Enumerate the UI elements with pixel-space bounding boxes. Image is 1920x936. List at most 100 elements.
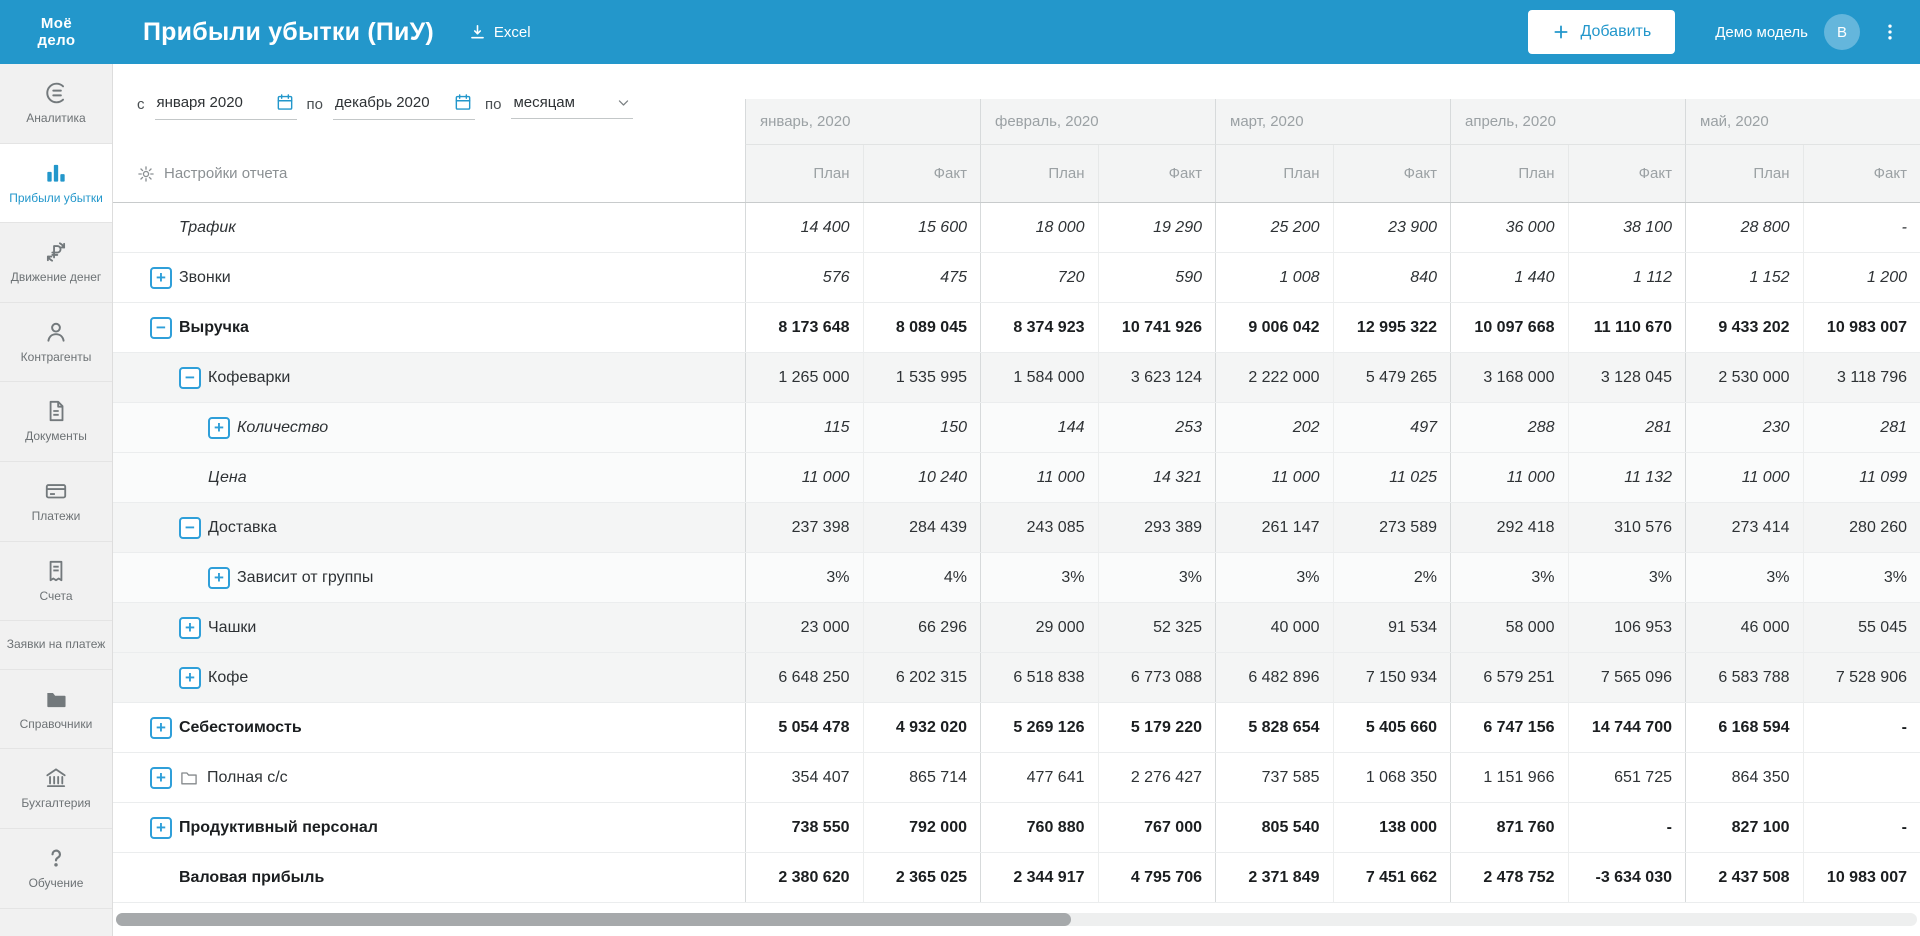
sidebar-item-profit-loss[interactable]: Прибыли убытки [0,143,112,224]
report-settings-button[interactable]: Настройки отчета [113,145,745,202]
date-from-value: января 2020 [156,93,243,111]
value-cell: 840 [1332,253,1451,302]
value-cell: 3% [745,553,863,602]
period-select-value: месяцам [513,93,575,111]
expand-toggle-icon[interactable]: + [208,566,230,589]
table-row-cups: + Чашки 23 000 66 296 29 000 52 325 40 000 91 5… [113,603,1920,653]
row-label-cell: − Доставка [113,503,745,552]
sidebar-item-contractors[interactable]: Контрагенты [0,303,112,383]
avatar[interactable]: В [1824,14,1860,50]
table-row-delivery: − Доставка 237 398 284 439 243 085 293 389 261… [113,503,1920,553]
sidebar-item-label: Документы [25,429,87,444]
value-cell: 1 440 [1450,253,1568,302]
report-table-body: Трафик 14 400 15 600 18 000 19 290 25 200 23 9… [113,203,1920,903]
value-cell: 273 589 [1332,503,1451,552]
value-cell: 354 407 [745,753,863,802]
value-cell: 230 [1685,403,1803,452]
value-cell: 2 276 427 [1097,753,1216,802]
table-row-calls: + Звонки 576 475 720 590 1 008 840 1 440 1 112 1 1… [113,253,1920,303]
app-logo[interactable]: Моё дело [0,15,113,50]
expand-toggle-icon[interactable]: + [208,416,230,439]
report-settings-label: Настройки отчета [164,165,288,182]
value-cell: 5 054 478 [745,703,863,752]
calendar-icon [453,92,473,112]
kebab-menu-icon[interactable] [1874,17,1906,47]
value-cell: 760 880 [980,803,1098,852]
value-cell: 12 995 322 [1332,303,1451,352]
expand-toggle-icon[interactable]: + [179,666,201,689]
value-cell: 4 795 706 [1097,853,1216,902]
analytics-gauge-icon [4,80,108,108]
row-label-cell: + Чашки [113,603,745,652]
date-to-input[interactable]: декабрь 2020 [332,89,475,120]
filters: с января 2020 по декабрь 2020 по месяцам [113,64,745,145]
sidebar-item-accounting[interactable]: Бухгалтерия [0,749,112,829]
month-header-cell: февраль, 2020 [980,99,1215,145]
value-cell: 9 006 042 [1215,303,1333,352]
main-content: с января 2020 по декабрь 2020 по месяцам… [113,64,1920,936]
table-row-gross-profit: Валовая прибыль 2 380 620 2 365 025 2 344 9… [113,853,1920,903]
table-row-group-dependent: + Зависит от группы 3% 4% 3% 3% 3% 2% 3% 3% 3% 3% [113,553,1920,603]
sidebar-item-training[interactable]: Обучение [0,829,112,909]
value-cell: 14 321 [1097,453,1216,502]
excel-export-button[interactable]: Excel [468,23,531,42]
value-cell: 243 085 [980,503,1098,552]
period-select[interactable]: месяцам [511,91,634,119]
value-cell: 273 414 [1685,503,1803,552]
row-label: Кофеварки [208,368,291,386]
value-cell: 9 433 202 [1685,303,1803,352]
add-button[interactable]: Добавить [1528,10,1676,54]
sidebar-item-invoices[interactable]: Счета [0,542,112,622]
sidebar: Аналитика Прибыли убытки Движение денег Кон… [0,64,113,936]
value-cell: 1 112 [1567,253,1686,302]
expand-toggle-icon[interactable]: + [150,816,172,839]
sidebar-item-analytics[interactable]: Аналитика [0,64,112,144]
value-cell: 23 900 [1332,203,1451,252]
add-button-label: Добавить [1580,23,1652,40]
value-cell: 281 [1802,403,1920,452]
expand-toggle-icon[interactable]: + [150,766,172,789]
sidebar-item-label: Справочники [19,716,93,731]
expand-toggle-icon[interactable]: + [150,716,172,739]
row-label: Выручка [179,318,249,336]
collapse-toggle-icon[interactable]: − [179,516,201,539]
date-from-input[interactable]: января 2020 [154,89,297,120]
period-label: по [484,96,502,113]
table-row-productive-staff: + Продуктивный персонал 738 550 792 000 760 … [113,803,1920,853]
scrollbar-thumb[interactable] [116,913,1071,926]
value-cell: 871 760 [1450,803,1568,852]
value-cell: 106 953 [1567,603,1686,652]
value-cell: 827 100 [1685,803,1803,852]
sidebar-item-label: Обучение [28,875,84,890]
sidebar-item-payments[interactable]: Платежи [0,462,112,542]
chevron-down-icon [616,95,631,110]
value-cell: 2 437 508 [1685,853,1803,902]
month-header-cell: март, 2020 [1215,99,1450,145]
value-cell: 1 151 966 [1450,753,1568,802]
value-cell: 1 584 000 [980,353,1098,402]
ruble-flow-icon [4,239,108,267]
value-cell: 5 269 126 [980,703,1098,752]
sidebar-item-payment-requests[interactable]: Заявки на платеж [0,621,112,670]
value-cell: 11 000 [1450,453,1568,502]
row-label: Продуктивный персонал [179,818,378,836]
row-label-cell: − Выручка [113,303,745,352]
expand-toggle-icon[interactable]: + [179,616,201,639]
value-cell: 284 439 [862,503,981,552]
sidebar-item-directories[interactable]: Справочники [0,670,112,750]
value-cell: 11 099 [1802,453,1920,502]
value-cell: 7 150 934 [1332,653,1451,702]
sidebar-item-money-flow[interactable]: Движение денег [0,223,112,303]
horizontal-scrollbar[interactable] [116,913,1917,926]
expand-toggle-icon[interactable]: + [150,266,172,289]
collapse-toggle-icon[interactable]: − [150,316,172,339]
collapse-toggle-icon[interactable]: − [179,366,201,389]
value-cell: - [1567,803,1686,852]
user-model-label[interactable]: Демо модель [1715,24,1808,41]
value-cell: 651 725 [1567,753,1686,802]
sidebar-item-documents[interactable]: Документы [0,382,112,462]
row-label-cell: Цена [113,453,745,502]
value-cell: 6 168 594 [1685,703,1803,752]
value-cell: 805 540 [1215,803,1333,852]
value-cell: 3% [1450,553,1568,602]
